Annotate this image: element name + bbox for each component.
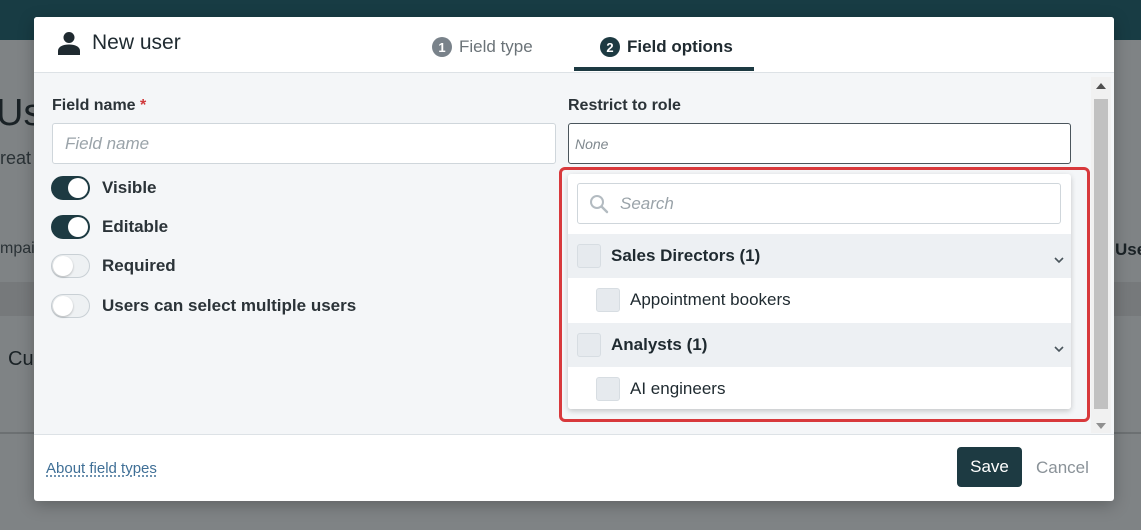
search-placeholder: Search — [620, 194, 674, 213]
about-field-types-link[interactable]: About field types — [46, 460, 157, 477]
field-name-placeholder: Field name — [65, 134, 150, 153]
role-group-sales-directors[interactable]: Sales Directors (1) — [568, 234, 1071, 278]
toggle-required-label: Required — [102, 256, 176, 275]
toggle-visible-row: Visible — [51, 176, 157, 200]
background-subtitle: reat — [0, 148, 32, 168]
search-icon — [590, 195, 609, 214]
role-group-analysts[interactable]: Analysts (1) — [568, 323, 1071, 367]
chevron-down-icon[interactable] — [1053, 256, 1065, 264]
dropdown-search-input[interactable]: Search — [577, 183, 1061, 224]
toggle-visible-label: Visible — [102, 178, 157, 197]
modal-header: New user 1 Field type 2 Field options — [34, 17, 1114, 73]
item-checkbox[interactable] — [596, 288, 620, 312]
modal-title: New user — [92, 31, 181, 54]
scroll-down-arrow-icon[interactable] — [1096, 423, 1106, 429]
group-label: Analysts (1) — [611, 335, 708, 354]
role-dropdown-menu: Search Sales Directors (1) Appointment b… — [568, 174, 1071, 409]
new-user-modal: New user 1 Field type 2 Field options Fi… — [34, 17, 1114, 501]
toggle-editable-label: Editable — [102, 217, 169, 236]
toggle-visible[interactable] — [51, 176, 90, 200]
toggle-knob — [53, 256, 73, 276]
active-step-indicator — [574, 67, 754, 71]
field-name-input[interactable]: Field name — [52, 123, 556, 164]
toggle-multiple-label: Users can select multiple users — [102, 296, 357, 315]
toggle-editable-row: Editable — [51, 215, 168, 239]
cancel-button[interactable]: Cancel — [1036, 458, 1089, 478]
role-item-ai-engineers[interactable]: AI engineers — [568, 367, 1071, 409]
field-name-label: Field name * — [52, 97, 146, 115]
step-number: 2 — [600, 37, 620, 57]
scroll-thumb[interactable] — [1094, 99, 1108, 409]
item-label: Appointment bookers — [630, 290, 791, 309]
modal-scrollbar[interactable] — [1091, 77, 1111, 433]
background-row: Cu — [8, 348, 34, 370]
toggle-knob — [53, 296, 73, 316]
group-label: Sales Directors (1) — [611, 246, 761, 265]
item-checkbox[interactable] — [596, 377, 620, 401]
toggle-knob — [68, 217, 88, 237]
toggle-multiple-row: Users can select multiple users — [51, 294, 356, 318]
restrict-role-label: Restrict to role — [568, 97, 681, 114]
group-checkbox[interactable] — [577, 244, 601, 268]
item-label: AI engineers — [630, 379, 726, 398]
chevron-down-icon[interactable] — [1053, 345, 1065, 353]
step-label: Field type — [459, 37, 533, 56]
step-field-options[interactable]: 2 Field options — [600, 37, 733, 57]
restrict-role-select[interactable]: None — [568, 123, 1071, 164]
toggle-editable[interactable] — [51, 215, 90, 239]
toggle-multiple-users[interactable] — [51, 294, 90, 318]
required-asterisk: * — [140, 97, 147, 114]
scroll-up-arrow-icon[interactable] — [1096, 83, 1106, 89]
toggle-required-row: Required — [51, 254, 176, 278]
toggle-knob — [68, 178, 88, 198]
save-button[interactable]: Save — [957, 447, 1022, 487]
background-tab-right: Use — [1115, 240, 1141, 259]
user-icon — [58, 32, 80, 55]
step-number: 1 — [432, 37, 452, 57]
role-item-appointment-bookers[interactable]: Appointment bookers — [568, 278, 1071, 322]
toggle-required[interactable] — [51, 254, 90, 278]
group-checkbox[interactable] — [577, 333, 601, 357]
background-tab: mpai — [0, 240, 35, 257]
step-field-type[interactable]: 1 Field type — [432, 37, 533, 57]
restrict-role-value: None — [575, 136, 609, 152]
step-label: Field options — [627, 37, 733, 56]
field-name-label-text: Field name — [52, 97, 136, 114]
